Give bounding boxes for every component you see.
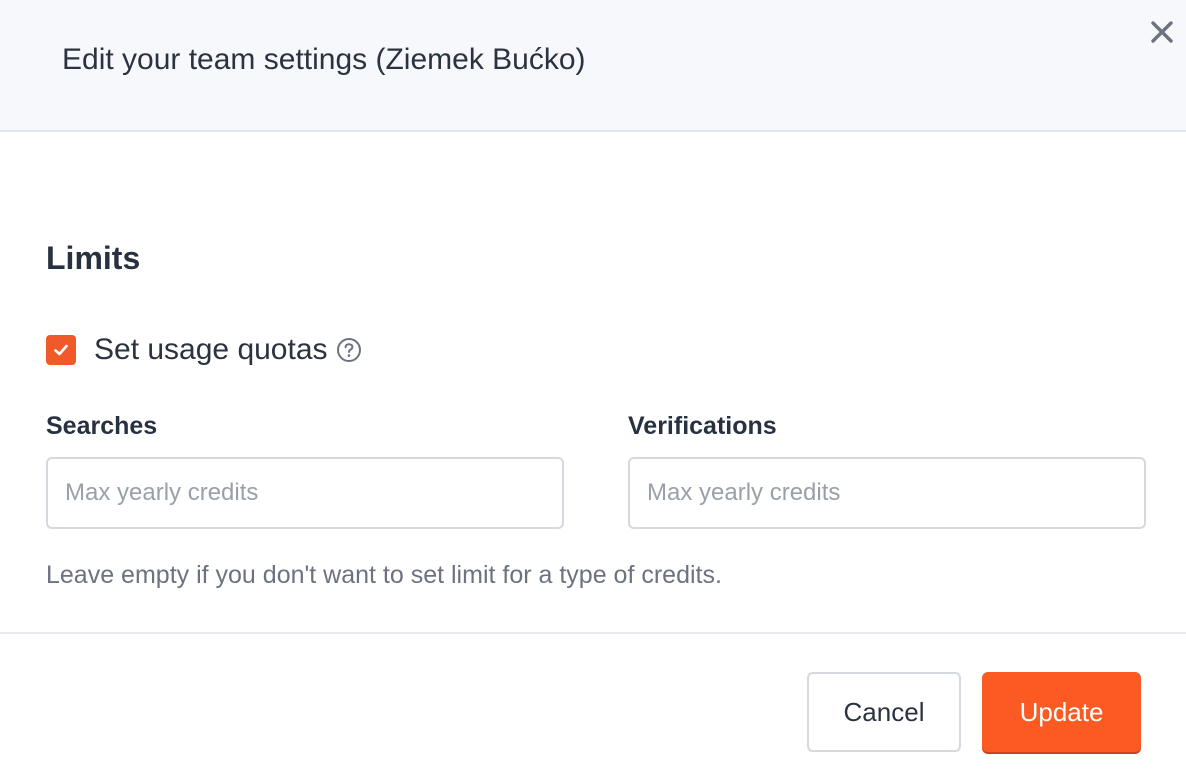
update-button[interactable]: Update: [982, 672, 1141, 752]
verifications-input[interactable]: [628, 457, 1146, 529]
set-usage-quotas-label[interactable]: Set usage quotas: [94, 330, 328, 370]
help-circle-icon[interactable]: [336, 337, 362, 363]
verifications-label: Verifications: [628, 412, 777, 440]
edit-team-settings-modal: Edit your team settings (Ziemek Bućko) L…: [0, 0, 1186, 772]
checkmark-icon: [54, 344, 68, 356]
modal-footer: Cancel Update: [0, 632, 1186, 772]
cancel-button[interactable]: Cancel: [807, 672, 961, 752]
modal-body: Limits Set usage quotas Searches Verific…: [0, 132, 1186, 632]
set-usage-quotas-row: Set usage quotas: [46, 330, 362, 370]
searches-label: Searches: [46, 412, 158, 440]
set-usage-quotas-checkbox[interactable]: [46, 335, 76, 365]
limits-hint: Leave empty if you don't want to set lim…: [46, 561, 722, 589]
searches-input[interactable]: [46, 457, 564, 529]
close-icon: [1151, 21, 1173, 43]
modal-header: Edit your team settings (Ziemek Bućko): [0, 0, 1186, 132]
limits-section-title: Limits: [46, 240, 141, 276]
modal-title: Edit your team settings (Ziemek Bućko): [62, 43, 586, 76]
close-button[interactable]: [1146, 16, 1178, 48]
